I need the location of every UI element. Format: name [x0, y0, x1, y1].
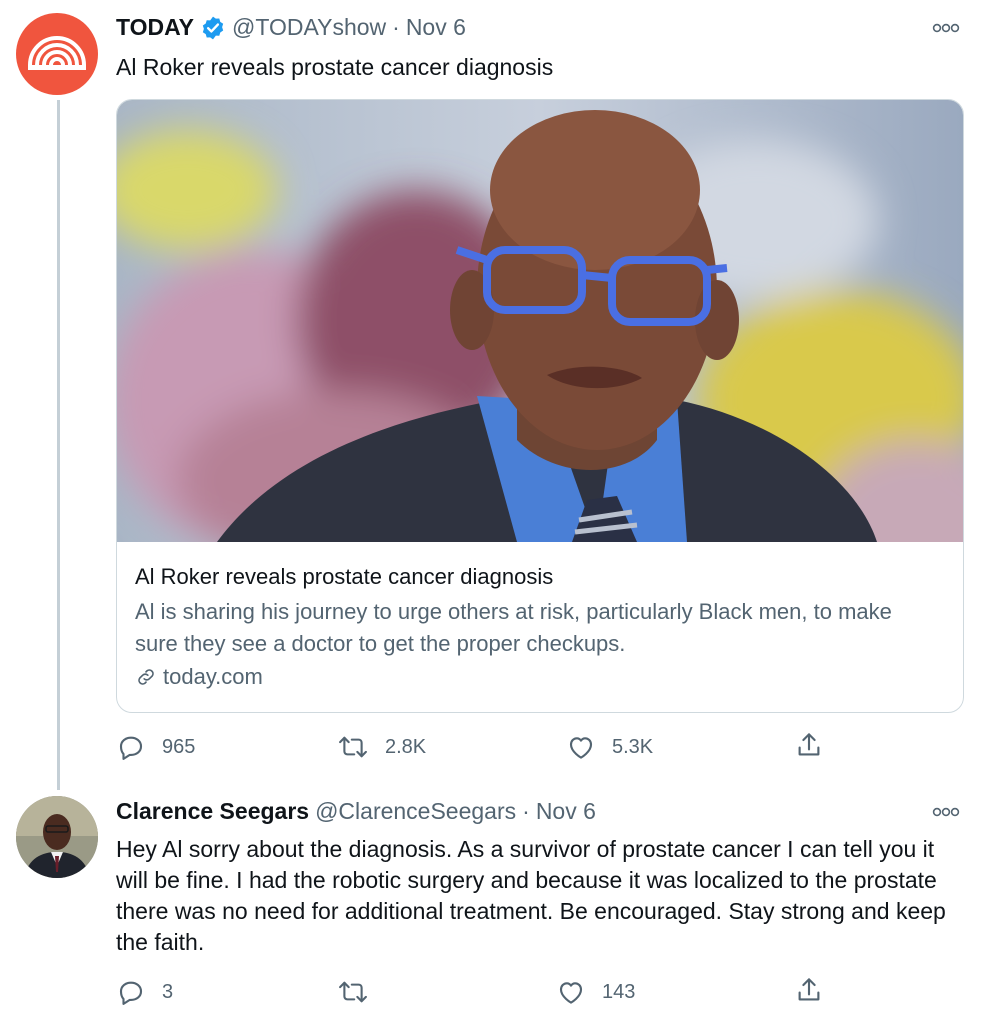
card-domain: today.com — [163, 664, 263, 689]
tweet1-header: TODAY @TODAYshow · Nov 6 — [116, 14, 466, 41]
like-count: 143 — [602, 980, 636, 1003]
retweet-icon — [337, 732, 369, 762]
author-handle[interactable]: @TODAYshow — [232, 14, 386, 41]
share-button[interactable] — [794, 975, 824, 1005]
link-icon — [135, 666, 157, 688]
more-icon[interactable] — [930, 802, 962, 827]
retweet-button[interactable]: 2.8K — [337, 732, 426, 762]
author-name[interactable]: Clarence Seegars — [116, 798, 309, 825]
author-handle[interactable]: @ClarenceSeegars — [315, 798, 516, 825]
like-icon — [566, 732, 596, 762]
separator-dot: · — [522, 798, 530, 824]
today-avatar[interactable] — [16, 13, 98, 95]
more-icon[interactable] — [930, 18, 962, 43]
reply-icon — [116, 732, 146, 762]
like-count: 5.3K — [612, 735, 654, 758]
like-button[interactable]: 143 — [556, 977, 635, 1007]
retweet-icon — [337, 977, 369, 1007]
like-icon — [556, 977, 586, 1007]
reply-icon — [116, 977, 146, 1007]
share-button[interactable] — [794, 730, 824, 760]
separator-dot: · — [392, 14, 400, 40]
verified-badge-icon — [200, 15, 226, 41]
tweet-date[interactable]: Nov 6 — [406, 14, 466, 41]
like-button[interactable]: 5.3K — [566, 732, 653, 762]
reply-count: 965 — [162, 735, 196, 758]
reply-button[interactable]: 3 — [116, 977, 173, 1007]
today-logo-icon — [28, 36, 86, 70]
tweet-text: Al Roker reveals prostate cancer diagnos… — [116, 54, 554, 80]
share-icon — [794, 975, 824, 1005]
card-image — [117, 100, 963, 600]
card-description: Al is sharing his journey to urge others… — [135, 599, 892, 656]
reply-count: 3 — [162, 980, 174, 1003]
author-name[interactable]: TODAY — [116, 14, 194, 41]
tweet2-header: Clarence Seegars @ClarenceSeegars · Nov … — [116, 798, 596, 825]
retweet-button[interactable] — [337, 977, 385, 1007]
share-icon — [794, 730, 824, 760]
card-domain-row: today.com — [135, 664, 263, 690]
thread-connector-line — [57, 100, 60, 790]
card-title: Al Roker reveals prostate cancer diagnos… — [135, 564, 554, 589]
tweet-date[interactable]: Nov 6 — [536, 798, 596, 825]
clarence-avatar[interactable] — [16, 796, 98, 878]
tweet-text: Hey Al sorry about the diagnosis. As a s… — [116, 836, 946, 955]
retweet-count: 2.8K — [385, 735, 427, 758]
link-preview-card[interactable]: Al Roker reveals prostate cancer diagnos… — [116, 99, 964, 713]
reply-button[interactable]: 965 — [116, 732, 195, 762]
